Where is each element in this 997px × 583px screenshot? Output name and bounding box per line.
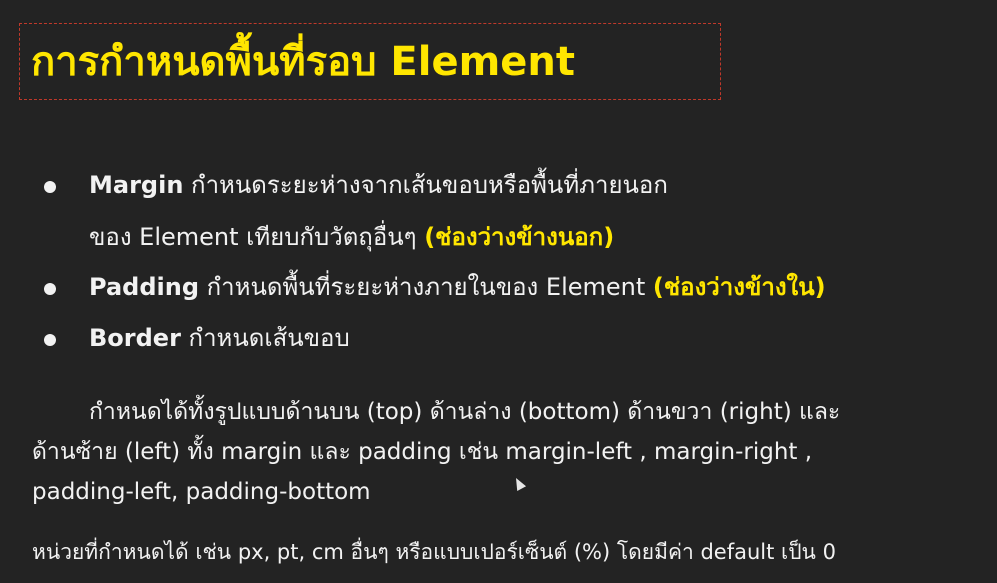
bullet-padding-highlight: (ช่องว่างข้างใน) bbox=[652, 273, 826, 301]
mouse-pointer-icon bbox=[511, 475, 527, 491]
bullet-padding-line: Padding กำหนดพื้นที่ระยะห่างภายในของ Ele… bbox=[89, 271, 826, 303]
bullet-padding-text: กำหนดพื้นที่ระยะห่างภายในของ Element bbox=[199, 273, 653, 301]
bullet-border-line: Border กำหนดเส้นขอบ bbox=[89, 322, 350, 354]
bullet-margin-text: กำหนดระยะห่างจากเส้นขอบหรือพื้นที่ภายนอก bbox=[183, 171, 668, 199]
units-note: หน่วยที่กำหนดได้ เช่น px, pt, cm อื่นๆ ห… bbox=[32, 540, 836, 564]
bullet-margin-term: Margin bbox=[89, 171, 184, 199]
slide-canvas: การกำหนดพื้นที่รอบ Element Margin กำหนดร… bbox=[0, 0, 997, 583]
bullet-dot-icon bbox=[44, 181, 56, 193]
bullet-padding-term: Padding bbox=[89, 273, 199, 301]
paragraph-line2: ด้านซ้าย (left) ทั้ง margin และ padding … bbox=[32, 439, 813, 465]
bullet-margin-line2: ของ Element เทียบกับวัตถุอื่นๆ (ช่องว่าง… bbox=[89, 221, 614, 253]
bullet-margin-highlight: (ช่องว่างข้างนอก) bbox=[424, 223, 615, 251]
slide-title: การกำหนดพื้นที่รอบ Element bbox=[31, 39, 576, 85]
bullet-border-term: Border bbox=[89, 324, 181, 352]
bullet-border-text: กำหนดเส้นขอบ bbox=[180, 324, 350, 352]
bullet-dot-icon bbox=[44, 334, 56, 346]
bullet-margin-line1: Margin กำหนดระยะห่างจากเส้นขอบหรือพื้นที… bbox=[89, 169, 668, 201]
paragraph-line3: padding-left, padding-bottom bbox=[32, 479, 371, 505]
bullet-dot-icon bbox=[44, 283, 56, 295]
bullet-margin-text-cont: ของ Element เทียบกับวัตถุอื่นๆ bbox=[89, 223, 425, 251]
paragraph-line1: กำหนดได้ทั้งรูปแบบด้านบน (top) ด้านล่าง … bbox=[89, 399, 841, 425]
